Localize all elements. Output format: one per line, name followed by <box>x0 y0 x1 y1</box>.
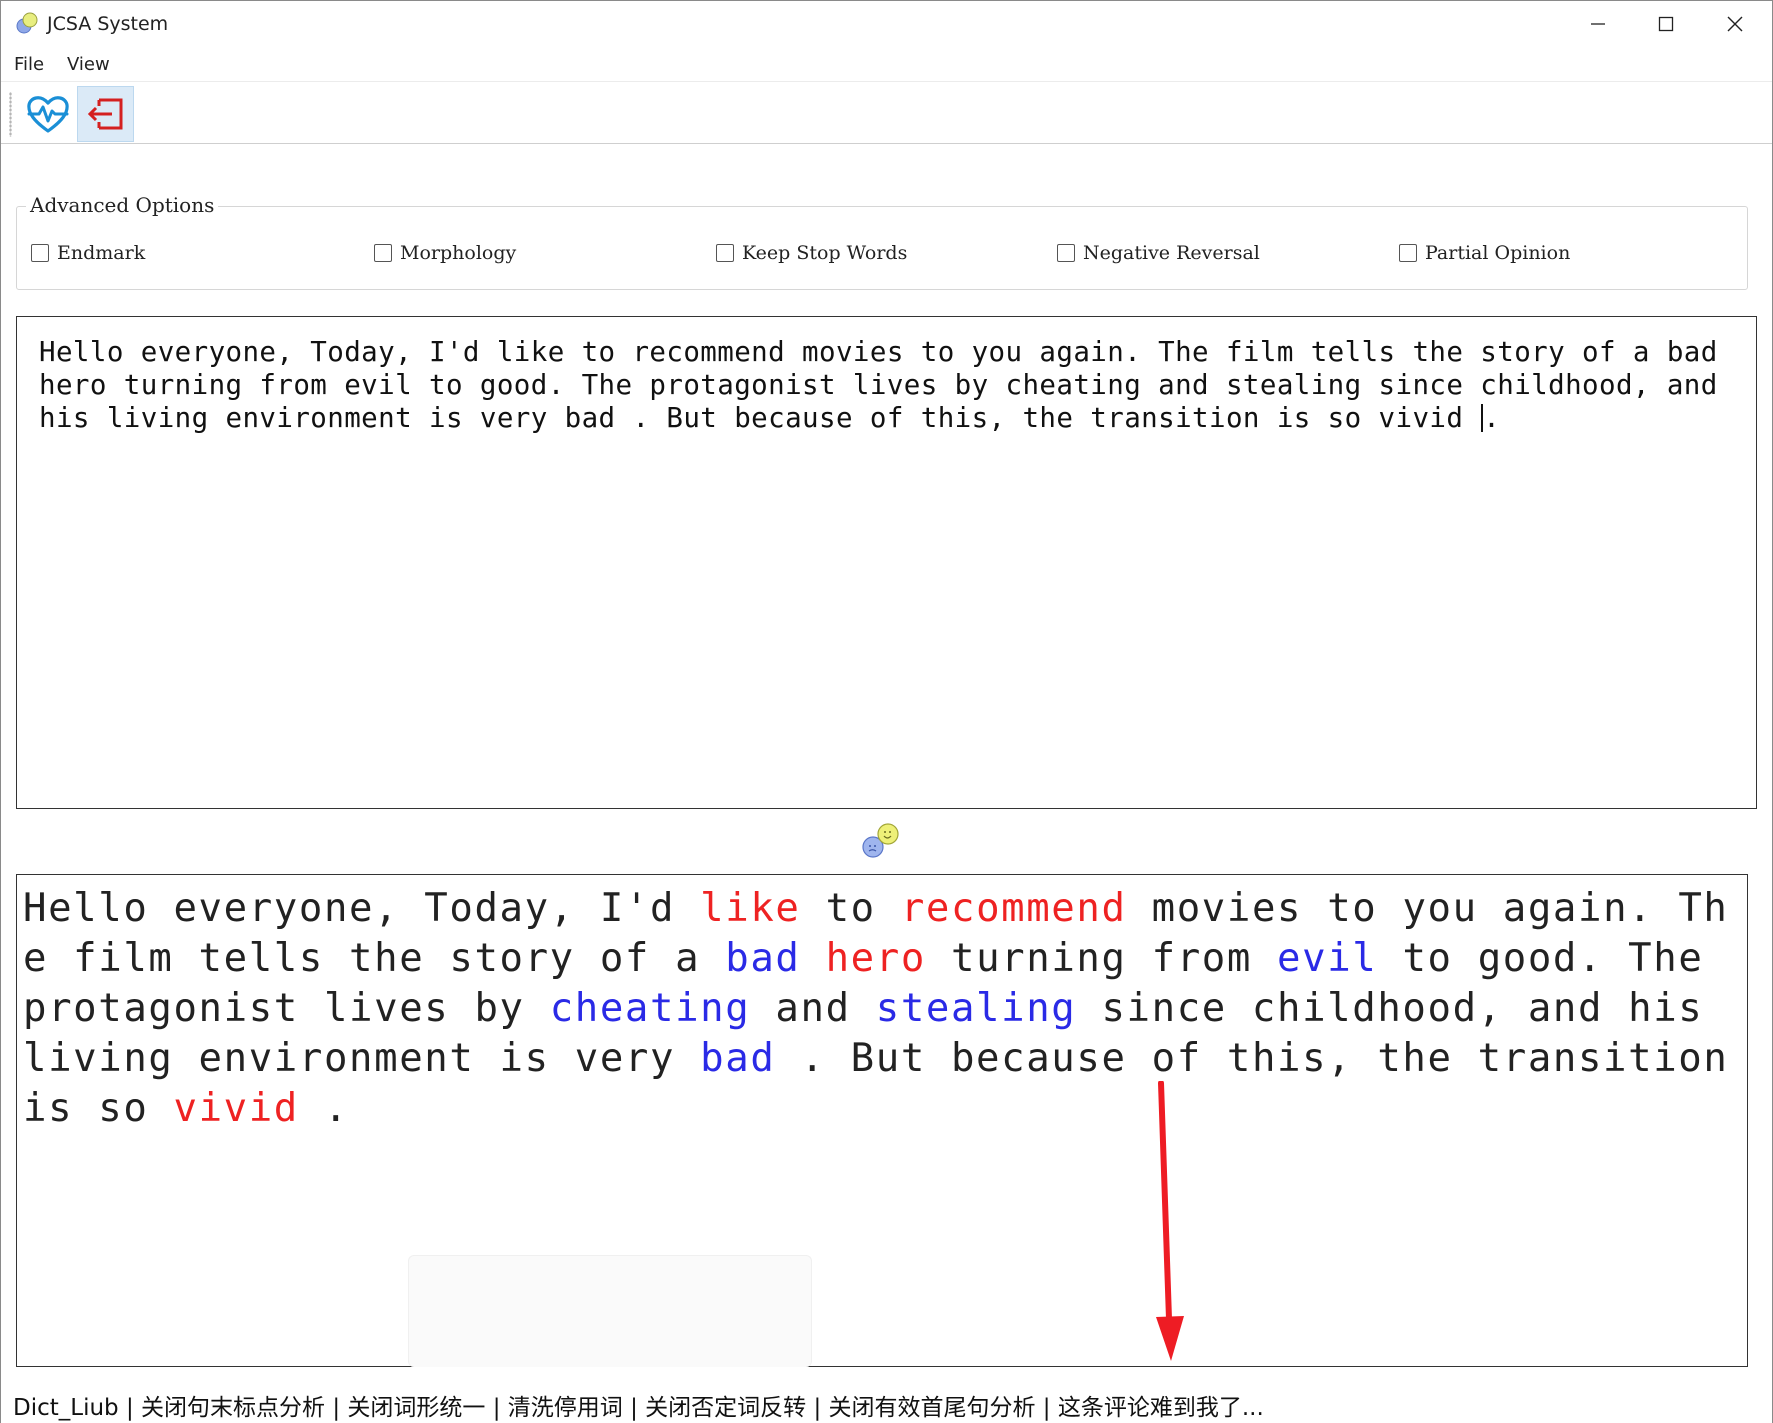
keep-stop-words-checkbox[interactable]: Keep Stop Words <box>716 242 907 264</box>
partial-opinion-label: Partial Opinion <box>1425 242 1571 264</box>
annotation-arrow-icon <box>1156 1081 1184 1361</box>
neutral-text <box>801 936 826 981</box>
menu-file[interactable]: File <box>14 54 44 75</box>
neutral-text: to <box>800 886 901 931</box>
neutral-text: Hello everyone, Today, I'd <box>23 886 701 931</box>
neutral-text: and <box>750 986 876 1031</box>
negative-reversal-label: Negative Reversal <box>1083 242 1260 264</box>
morphology-label: Morphology <box>400 242 517 264</box>
minimize-button[interactable] <box>1564 1 1632 47</box>
endmark-label: Endmark <box>57 242 146 264</box>
menu-view[interactable]: View <box>67 54 110 75</box>
advanced-options-title: Advanced Options <box>26 193 219 217</box>
input-trailing-char: . <box>1483 402 1501 434</box>
menu-bar: File View <box>1 51 1772 79</box>
neutral-text: . <box>298 1086 350 1131</box>
tooltip-ghost-panel <box>408 1255 812 1367</box>
negative-word: cheating <box>549 986 751 1031</box>
positive-word: recommend <box>900 886 1127 931</box>
highlighted-output-text: Hello everyone, Today, I'd like to recom… <box>23 884 1741 1134</box>
endmark-checkbox[interactable]: Endmark <box>31 242 145 264</box>
checkbox-box[interactable] <box>1399 244 1417 262</box>
health-check-button[interactable] <box>19 86 76 142</box>
negative-word: bad <box>700 1036 776 1081</box>
negative-word: bad <box>725 936 801 981</box>
toolbar-grip[interactable] <box>9 92 12 137</box>
checkbox-box[interactable] <box>31 244 49 262</box>
negative-reversal-checkbox[interactable]: Negative Reversal <box>1057 242 1260 264</box>
review-input-textarea[interactable]: Hello everyone, Today, I'd like to recom… <box>16 316 1757 809</box>
status-text: Dict_Liub | 关闭句末标点分析 | 关闭词形统一 | 清洗停用词 | … <box>13 1395 1264 1421</box>
checkbox-box[interactable] <box>1057 244 1075 262</box>
keep-stop-words-label: Keep Stop Words <box>742 242 908 264</box>
app-logo-icon <box>16 12 38 34</box>
analyze-sentiment-icon[interactable] <box>860 820 902 862</box>
exit-icon <box>87 98 122 130</box>
title-bar: JCSA System <box>1 1 1772 47</box>
maximize-button[interactable] <box>1632 1 1700 47</box>
positive-word: like <box>700 886 801 931</box>
morphology-checkbox[interactable]: Morphology <box>374 242 516 264</box>
positive-word: vivid <box>173 1086 299 1131</box>
input-text[interactable]: Hello everyone, Today, I'd like to recom… <box>39 336 1734 435</box>
close-button[interactable] <box>1701 1 1769 47</box>
negative-word: evil <box>1277 936 1378 981</box>
partial-opinion-checkbox[interactable]: Partial Opinion <box>1399 242 1570 264</box>
status-bar: Dict_Liub | 关闭句末标点分析 | 关闭词形统一 | 清洗停用词 | … <box>1 1384 1772 1423</box>
positive-word: hero <box>825 936 926 981</box>
analysis-output-panel: Hello everyone, Today, I'd like to recom… <box>16 874 1748 1367</box>
negative-word: stealing <box>875 986 1077 1031</box>
checkbox-box[interactable] <box>716 244 734 262</box>
toolbar <box>1 81 1772 144</box>
maximize-icon <box>1658 16 1674 32</box>
neutral-text: turning from <box>925 936 1278 981</box>
advanced-options-group: Advanced Options Endmark Morphology Keep… <box>16 193 1748 290</box>
heartbeat-icon <box>26 96 69 133</box>
minimize-icon <box>1591 23 1605 25</box>
input-text-content: Hello everyone, Today, I'd like to recom… <box>39 336 1718 434</box>
checkbox-box[interactable] <box>374 244 392 262</box>
window-title: JCSA System <box>47 13 169 35</box>
exit-button[interactable] <box>77 86 134 142</box>
app-window: JCSA System File View Advanced Options E… <box>0 0 1773 1423</box>
close-icon <box>1727 16 1743 32</box>
